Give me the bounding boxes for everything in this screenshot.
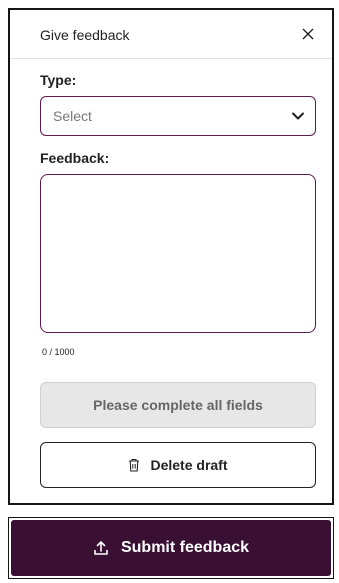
panel-header: Give feedback <box>10 10 332 59</box>
complete-fields-button[interactable]: Please complete all fields <box>40 382 316 428</box>
type-label: Type: <box>40 72 77 88</box>
feedback-panel: Give feedback Type: Select Feedback: 0 /… <box>8 8 334 505</box>
chevron-down-icon <box>291 109 305 128</box>
feedback-label: Feedback: <box>40 150 110 166</box>
trash-icon <box>128 458 140 472</box>
complete-fields-label: Please complete all fields <box>93 397 263 413</box>
type-select[interactable]: Select <box>40 96 316 136</box>
type-select-value: Select <box>53 108 92 124</box>
delete-draft-button[interactable]: Delete draft <box>40 442 316 488</box>
submit-feedback-label: Submit feedback <box>120 539 250 556</box>
char-counter: 0 / 1000 <box>42 347 75 357</box>
upload-icon <box>93 540 109 556</box>
feedback-textarea[interactable] <box>40 174 316 333</box>
close-button[interactable] <box>296 22 320 46</box>
close-icon <box>302 28 314 40</box>
submit-footer: Submit feedback <box>8 517 334 579</box>
submit-feedback-button[interactable]: Submit feedback <box>11 520 331 576</box>
delete-draft-label: Delete draft <box>150 457 228 473</box>
panel-title: Give feedback <box>40 27 130 43</box>
